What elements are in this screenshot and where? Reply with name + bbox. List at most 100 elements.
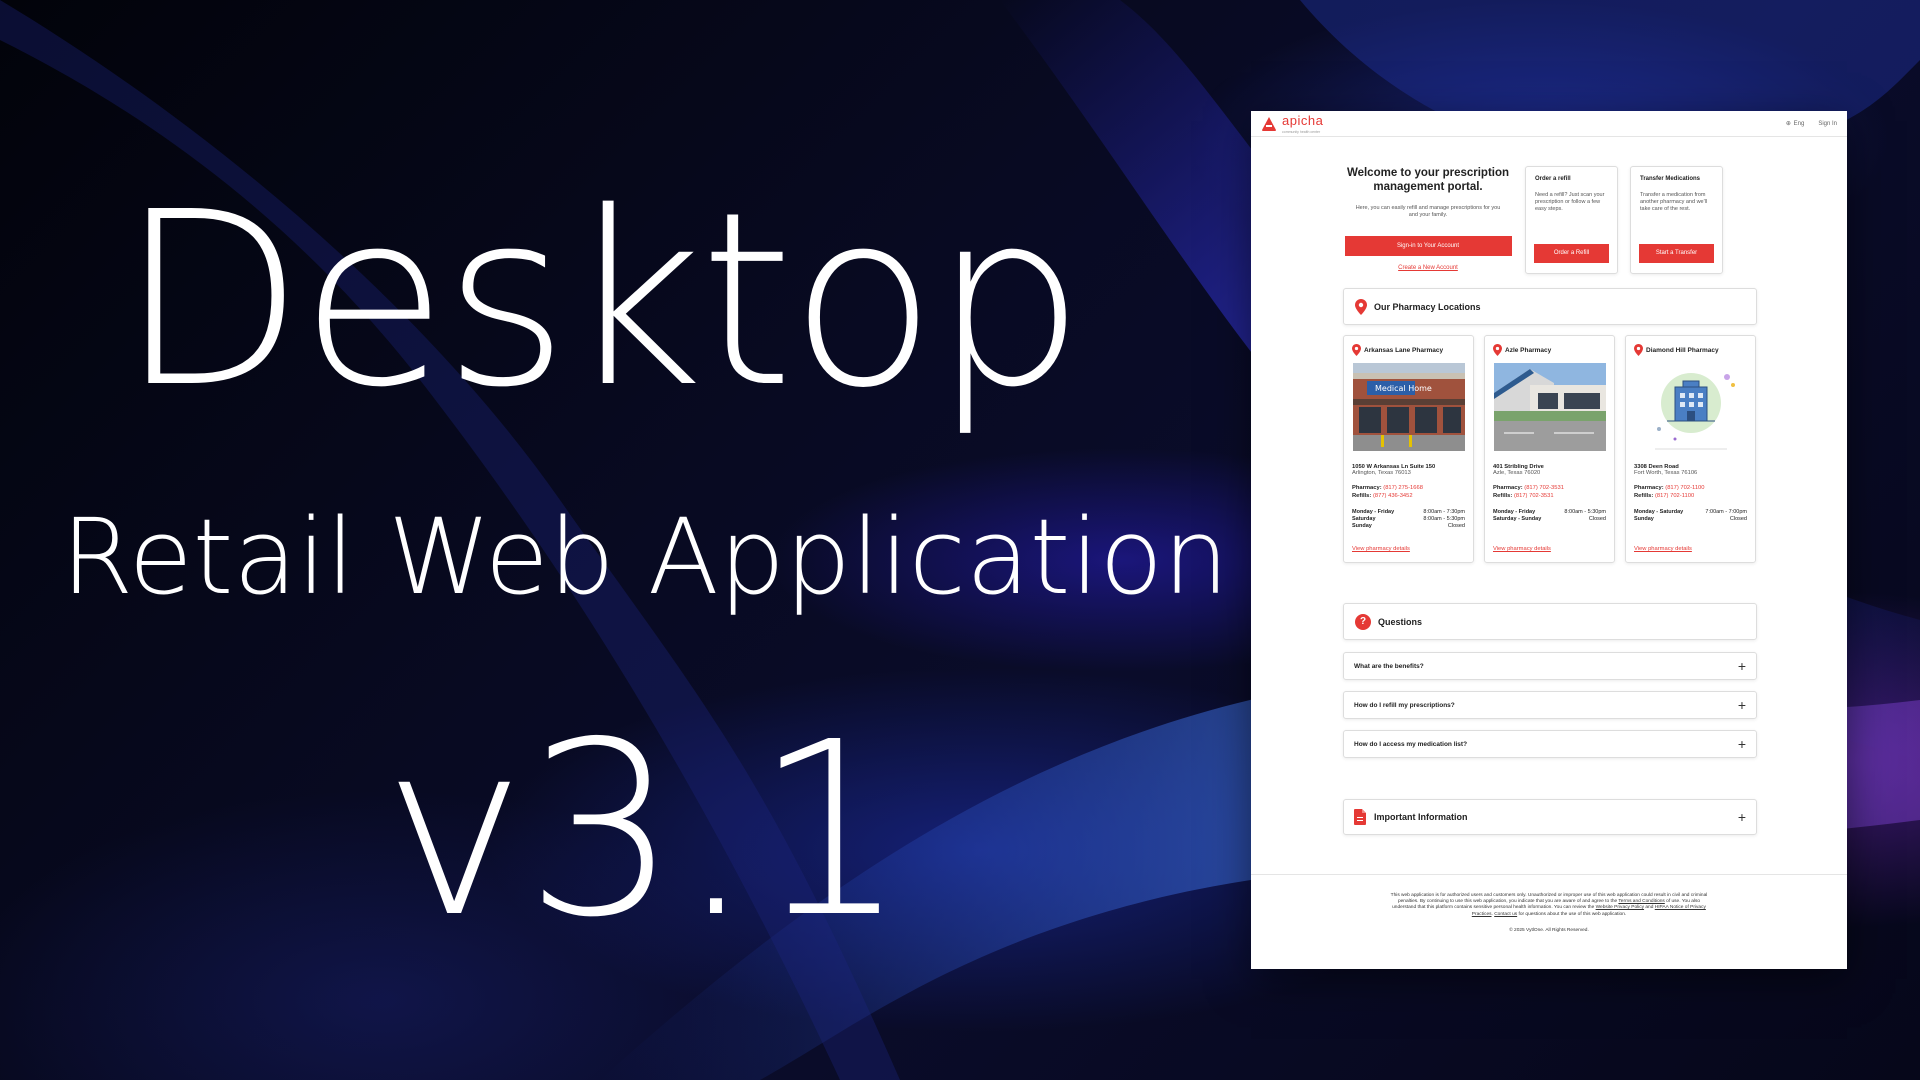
pharmacy-building-image: Medical Home: [1352, 363, 1465, 451]
globe-icon: ⊕: [1785, 121, 1791, 127]
view-pharmacy-details-link[interactable]: View pharmacy details: [1493, 546, 1551, 552]
location-pin-icon: [1634, 344, 1643, 356]
plus-icon[interactable]: +: [1738, 737, 1746, 751]
view-pharmacy-details-link[interactable]: View pharmacy details: [1634, 546, 1692, 552]
transfer-card-title: Transfer Medications: [1640, 176, 1701, 182]
hero-subtitle: Retail Web Application: [61, 496, 1229, 618]
language-label: Eng: [1793, 121, 1805, 127]
hours-day: Monday - Friday: [1493, 508, 1536, 515]
location-name: Azle Pharmacy: [1505, 346, 1552, 354]
important-info-accordion[interactable]: Important Information +: [1343, 799, 1757, 835]
hours-time: Closed: [1588, 515, 1606, 522]
hours-day: Sunday: [1352, 523, 1372, 530]
disclaimer-text: for questions about the use of this web …: [1518, 911, 1627, 917]
faq-question: How do I access my medication list?: [1354, 740, 1468, 748]
refill-card-text: Need a refill? Just scan your prescripti…: [1535, 192, 1605, 213]
pharmacy-phone[interactable]: (817) 275-1668: [1383, 485, 1423, 491]
locations-header: Our Pharmacy Locations: [1343, 288, 1757, 325]
main-content: Welcome to your prescription management …: [1343, 142, 1757, 835]
pharmacy-phone-label: Pharmacy:: [1352, 485, 1382, 491]
faq-item[interactable]: What are the benefits? +: [1343, 652, 1757, 680]
faq-item[interactable]: How do I refill my prescriptions? +: [1343, 691, 1757, 719]
start-transfer-button[interactable]: Start a Transfer: [1639, 244, 1714, 263]
location-name: Diamond Hill Pharmacy: [1646, 346, 1719, 354]
create-account-link[interactable]: Create a New Account: [1398, 265, 1458, 271]
hours-time: 8:00am - 5:30pm: [1564, 508, 1606, 515]
location-hours: Monday - Saturday 7:00am - 7:00pm Sunday C…: [1634, 509, 1747, 523]
sign-in-link[interactable]: Sign In: [1818, 121, 1837, 127]
refill-card: Order a refill Need a refill? Just scan …: [1525, 166, 1618, 274]
location-city: Fort Worth, Texas 76106: [1634, 470, 1698, 476]
welcome-text: Here, you can easily refill and manage p…: [1355, 204, 1501, 219]
footer: This web application is for authorized u…: [1251, 874, 1847, 933]
transfer-card-text: Transfer a medication from another pharm…: [1640, 192, 1708, 213]
location-pin-icon: [1352, 344, 1361, 356]
plus-icon[interactable]: +: [1738, 698, 1746, 712]
welcome-title: Welcome to your prescription management …: [1346, 167, 1510, 194]
locations-list: Arkansas Lane Pharmacy Medical Home 1050…: [1343, 335, 1757, 563]
plus-icon[interactable]: +: [1738, 659, 1746, 673]
pharmacy-phone[interactable]: (817) 702-1100: [1665, 485, 1704, 491]
privacy-policy-link[interactable]: Website Privacy Policy: [1596, 905, 1644, 910]
refills-phone-label: Refills:: [1493, 493, 1513, 500]
hours-time: 7:00am - 7:00pm: [1705, 508, 1747, 515]
hours-time: 8:00am - 7:30pm: [1423, 508, 1465, 515]
brand-tagline: community health center: [1282, 130, 1321, 135]
transfer-card: Transfer Medications Transfer a medicati…: [1630, 166, 1723, 274]
faq-question: How do I refill my prescriptions?: [1354, 701, 1455, 709]
hours-time: Closed: [1447, 523, 1465, 530]
hours-day: Saturday: [1352, 515, 1376, 522]
location-city: Azle, Texas 76020: [1493, 470, 1541, 476]
location-hours: Monday - Friday 8:00am - 5:30pm Saturday …: [1493, 509, 1606, 523]
welcome-section: Welcome to your prescription management …: [1343, 166, 1757, 274]
faq-item[interactable]: How do I access my medication list? +: [1343, 730, 1757, 758]
refill-card-title: Order a refill: [1535, 176, 1571, 182]
disclaimer-text: .: [1491, 911, 1493, 917]
copyright: © 2025 VytlOne. All Rights Reserved.: [1509, 927, 1589, 933]
hours-time: 8:00am - 5:30pm: [1423, 515, 1465, 522]
plus-icon[interactable]: +: [1738, 810, 1746, 824]
view-pharmacy-details-link[interactable]: View pharmacy details: [1352, 546, 1410, 552]
location-card: Azle Pharmacy 401 Stribling Drive Azle, …: [1484, 335, 1615, 563]
language-selector[interactable]: ⊕ Eng: [1786, 120, 1804, 127]
pharmacy-phone[interactable]: (817) 702-3531: [1524, 485, 1564, 491]
hero-text: Desktop Retail Web Application v3.1: [0, 0, 1230, 1080]
brand-name: apicha: [1282, 113, 1324, 129]
location-hours: Monday - Friday 8:00am - 7:30pm Saturday 8…: [1352, 509, 1465, 530]
refills-phone-label: Refills:: [1634, 493, 1654, 500]
order-refill-button[interactable]: Order a Refill: [1534, 244, 1609, 263]
apicha-logo-icon: [1262, 116, 1276, 131]
refills-phone[interactable]: (817) 702-3531: [1514, 493, 1554, 499]
refills-phone[interactable]: (877) 436-3452: [1373, 493, 1413, 499]
top-bar: apicha community health center ⊕ Eng Sig…: [1251, 111, 1847, 137]
image-sign-text: Medical Home: [1375, 384, 1432, 393]
hours-day: Saturday - Sunday: [1493, 515, 1542, 522]
location-city: Arlington, Texas 76013: [1352, 470, 1411, 476]
faq-question: What are the benefits?: [1354, 662, 1424, 670]
location-card: Diamond Hill Pharmacy 3308 Deen Road For…: [1625, 335, 1756, 563]
terms-link[interactable]: Terms and Conditions: [1618, 899, 1664, 904]
footer-disclaimer: This web application is for authorized u…: [1389, 893, 1709, 918]
refills-phone[interactable]: (817) 702-1100: [1655, 493, 1694, 499]
locations-heading: Our Pharmacy Locations: [1374, 301, 1481, 312]
portal-screenshot: apicha community health center ⊕ Eng Sig…: [1251, 111, 1847, 969]
hero-version: v3.1: [383, 690, 907, 970]
location-name: Arkansas Lane Pharmacy: [1364, 346, 1444, 354]
important-info-heading: Important Information: [1374, 812, 1468, 822]
location-pin-icon: [1493, 344, 1502, 356]
disclaimer-text: and: [1645, 905, 1654, 911]
signin-account-button[interactable]: Sign-in to Your Account: [1344, 235, 1512, 256]
hero-title: Desktop: [119, 160, 1085, 440]
hours-day: Monday - Friday: [1352, 508, 1395, 515]
location-card: Arkansas Lane Pharmacy Medical Home 1050…: [1343, 335, 1474, 563]
hours-time: Closed: [1729, 515, 1747, 522]
hours-day: Monday - Saturday: [1634, 508, 1684, 515]
questions-header: ? Questions: [1343, 603, 1757, 640]
question-icon: ?: [1355, 613, 1371, 630]
brand-logo[interactable]: apicha community health center: [1261, 112, 1323, 135]
refills-phone-label: Refills:: [1352, 493, 1372, 500]
building-illustration-image: [1634, 363, 1747, 451]
questions-heading: Questions: [1378, 616, 1423, 627]
pharmacy-building-image: [1493, 363, 1606, 451]
contact-us-link[interactable]: Contact us: [1494, 912, 1517, 917]
